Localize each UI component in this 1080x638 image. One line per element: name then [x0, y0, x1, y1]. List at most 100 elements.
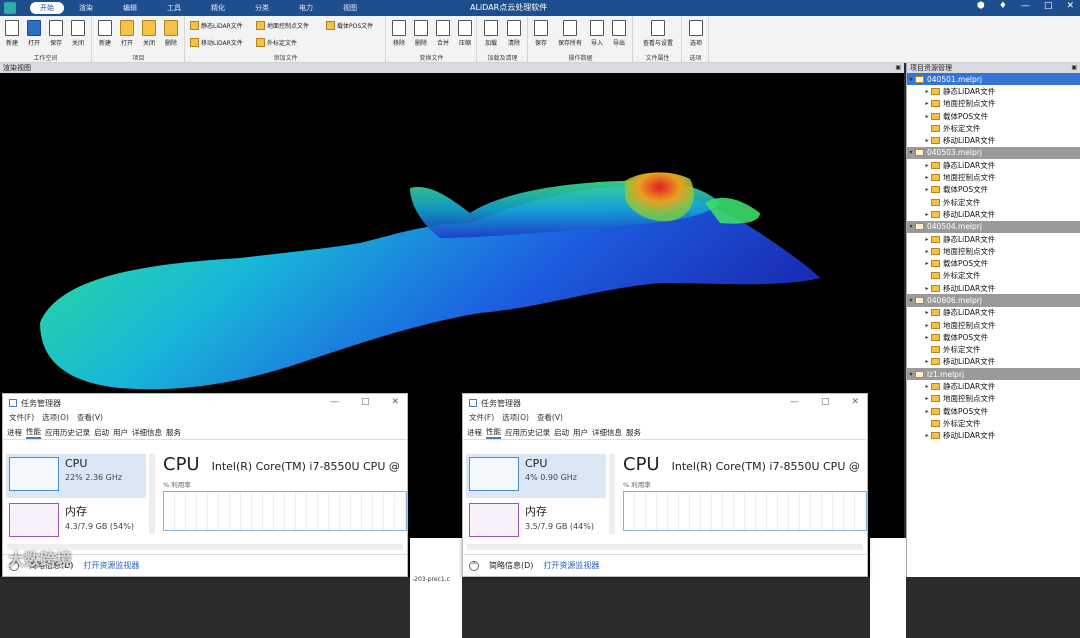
tree-file-row[interactable]: ▸ 静态LiDAR文件: [907, 307, 1080, 319]
expand-arrow-icon[interactable]: ▸: [923, 162, 931, 169]
expand-arrow-icon[interactable]: ▸: [923, 285, 931, 292]
tree-file-row[interactable]: ▸ 地面控制点文件: [907, 245, 1080, 257]
theme-icon[interactable]: ⬢: [977, 1, 985, 11]
tree-file-row[interactable]: ▸ 地面控制点文件: [907, 393, 1080, 405]
expand-arrow-icon[interactable]: ▸: [923, 248, 931, 255]
menu-render[interactable]: 渲染: [64, 3, 108, 13]
tab-startup[interactable]: 启动: [94, 427, 109, 438]
menu-classify[interactable]: 分类: [240, 3, 284, 13]
tree-file-row[interactable]: ▸ 静态LiDAR文件: [907, 159, 1080, 171]
expand-arrow-icon[interactable]: ▸: [923, 408, 931, 415]
tab-performance[interactable]: 性能: [486, 426, 501, 439]
tree-file-row[interactable]: ▸ 静态LiDAR文件: [907, 380, 1080, 392]
tree-file-row[interactable]: ▸ 地面控制点文件: [907, 98, 1080, 110]
tree-file-row[interactable]: 外标定文件: [907, 417, 1080, 429]
tab-users[interactable]: 用户: [573, 427, 588, 438]
tab-details[interactable]: 详细信息: [592, 427, 622, 438]
tm-memory-item[interactable]: 内存 3.5/7.9 GB (44%): [466, 500, 606, 544]
expand-arrow-icon[interactable]: ▸: [923, 211, 931, 218]
project-delete-button[interactable]: 删除: [161, 20, 181, 47]
expand-arrow-icon[interactable]: ▸: [923, 383, 931, 390]
add-static-lidar-button[interactable]: 静态LiDAR文件: [190, 21, 243, 30]
minimize-button[interactable]: —: [330, 397, 339, 407]
expand-arrow-icon[interactable]: ▸: [923, 236, 931, 243]
add-calibration-button[interactable]: 外标定文件: [256, 38, 297, 47]
tree-project-row[interactable]: ▾ lz1.melprj: [907, 368, 1080, 381]
pin-icon[interactable]: ▣: [1071, 64, 1077, 71]
save-data-button[interactable]: 保存: [531, 20, 551, 47]
expand-arrow-icon[interactable]: ▸: [923, 395, 931, 402]
expand-arrow-icon[interactable]: ▸: [923, 137, 931, 144]
expand-arrow-icon[interactable]: ▸: [923, 358, 931, 365]
tm-memory-item[interactable]: 内存 4.3/7.9 GB (54%): [6, 500, 146, 544]
project-new-button[interactable]: 新建: [95, 20, 115, 47]
tree-file-row[interactable]: ▸ 移动LiDAR文件: [907, 430, 1080, 442]
app-logo-icon[interactable]: [4, 2, 16, 14]
tree-file-row[interactable]: ▸ 移动LiDAR文件: [907, 208, 1080, 220]
minimize-button[interactable]: —: [1021, 1, 1030, 11]
expand-arrow-icon[interactable]: ▸: [923, 334, 931, 341]
import-button[interactable]: 导入: [587, 20, 607, 47]
expand-arrow-icon[interactable]: ▸: [923, 113, 931, 120]
tab-processes[interactable]: 进程: [467, 427, 482, 438]
tree-file-row[interactable]: ▸ 静态LiDAR文件: [907, 85, 1080, 97]
maximize-button[interactable]: □: [821, 397, 830, 407]
expand-arrow-icon[interactable]: ▾: [907, 223, 915, 230]
expand-arrow-icon[interactable]: ▾: [907, 297, 915, 304]
expand-arrow-icon[interactable]: ▸: [923, 322, 931, 329]
tm-menu-view[interactable]: 查看(V): [77, 412, 103, 425]
tab-startup[interactable]: 启动: [554, 427, 569, 438]
minimize-button[interactable]: —: [790, 397, 799, 407]
maximize-button[interactable]: □: [361, 397, 370, 407]
workspace-new-button[interactable]: 新建: [2, 20, 22, 47]
tree-file-row[interactable]: 外标定文件: [907, 270, 1080, 282]
close-button[interactable]: ✕: [851, 397, 859, 407]
expand-arrow-icon[interactable]: ▾: [907, 76, 915, 83]
merge-button[interactable]: 合并: [433, 20, 453, 47]
workspace-open-button[interactable]: 打开: [24, 20, 44, 47]
tm-cpu-item[interactable]: CPU 22% 2.36 GHz: [6, 454, 146, 498]
add-mobile-lidar-button[interactable]: 移动LiDAR文件: [190, 38, 243, 47]
tab-app-history[interactable]: 应用历史记录: [45, 427, 90, 438]
tm-menu-view[interactable]: 查看(V): [537, 412, 563, 425]
tree-file-row[interactable]: ▸ 地面控制点文件: [907, 171, 1080, 183]
project-open-button[interactable]: 打开: [117, 20, 137, 47]
clear-button[interactable]: 清除: [504, 20, 524, 47]
options-button[interactable]: 选项: [686, 20, 706, 47]
tree-project-row[interactable]: ▾ 040503.melprj: [907, 146, 1080, 160]
compress-button[interactable]: 压缩: [455, 20, 475, 47]
expand-arrow-icon[interactable]: ▸: [923, 186, 931, 193]
tab-performance[interactable]: 性能: [26, 426, 41, 439]
tree-project-row[interactable]: ▾ 040504.melprj: [907, 220, 1080, 233]
menu-power[interactable]: 电力: [284, 3, 328, 13]
close-button[interactable]: ✕: [391, 397, 399, 407]
expand-arrow-icon[interactable]: ▸: [923, 309, 931, 316]
remove-button[interactable]: 移除: [389, 20, 409, 47]
close-button[interactable]: ✕: [1066, 1, 1074, 11]
pin-icon[interactable]: ▣: [895, 64, 901, 71]
tree-file-row[interactable]: 外标定文件: [907, 344, 1080, 356]
expand-arrow-icon[interactable]: ▸: [923, 174, 931, 181]
tree-file-row[interactable]: 外标定文件: [907, 196, 1080, 208]
tree-file-row[interactable]: ▸ 移动LiDAR文件: [907, 282, 1080, 294]
tree-file-row[interactable]: ▸ 地面控制点文件: [907, 319, 1080, 331]
tm-menu-file[interactable]: 文件(F): [469, 412, 494, 425]
tree-file-row[interactable]: 外标定文件: [907, 122, 1080, 134]
tree-file-row[interactable]: ▸ 载体POS文件: [907, 257, 1080, 269]
delete-button[interactable]: 删除: [411, 20, 431, 47]
tm-cpu-item[interactable]: CPU 4% 0.90 GHz: [466, 454, 606, 498]
tm-menu-options[interactable]: 选项(O): [502, 412, 529, 425]
tree-file-row[interactable]: ▸ 载体POS文件: [907, 110, 1080, 122]
expand-arrow-icon[interactable]: ▸: [923, 432, 931, 439]
expand-arrow-icon[interactable]: ▸: [923, 88, 931, 95]
expand-arrow-icon[interactable]: ▾: [907, 149, 915, 156]
load-button[interactable]: 加载: [481, 20, 501, 47]
tm-menu-file[interactable]: 文件(F): [9, 412, 34, 425]
collapse-icon[interactable]: ^: [469, 560, 479, 571]
menu-start[interactable]: 开始: [30, 2, 64, 14]
view-settings-button[interactable]: 查看与设置: [636, 20, 680, 47]
expand-arrow-icon[interactable]: ▸: [923, 100, 931, 107]
tree-project-row[interactable]: ▾ 040501.melprj: [907, 73, 1080, 86]
menu-tools[interactable]: 工具: [152, 3, 196, 13]
tab-processes[interactable]: 进程: [7, 427, 22, 438]
